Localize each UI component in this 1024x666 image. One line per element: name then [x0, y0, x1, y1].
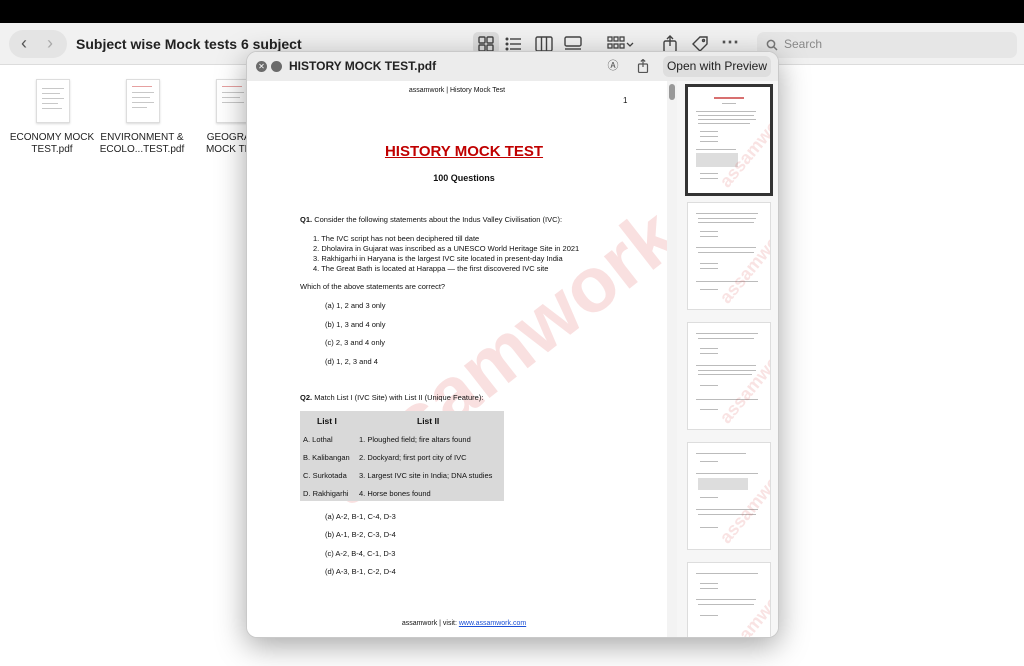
close-icon[interactable]: ✕	[256, 61, 267, 72]
table-cell: B. Kalibangan	[303, 453, 350, 462]
search-field[interactable]: Search	[757, 32, 1017, 58]
table-header: List I	[317, 416, 337, 426]
page-thumbnails: assamwork assamwork assamwork assamwork …	[677, 81, 778, 637]
document-subtitle: 100 Questions	[433, 173, 495, 183]
page-thumbnail[interactable]: assamwork	[687, 442, 771, 550]
page-footer: assamwork | visit: www.assamwork.com	[401, 620, 527, 627]
search-placeholder: Search	[784, 37, 823, 51]
q1-option: (c) 2, 3 and 4 only	[325, 338, 386, 347]
table-cell: C. Surkotada	[303, 471, 347, 480]
table-cell: 4. Horse bones found	[359, 489, 431, 498]
q1-ask: Which of the above statements are correc…	[300, 282, 446, 291]
q1-option: (d) 1, 2, 3 and 4	[325, 357, 378, 366]
open-with-preview-button[interactable]: Open with Preview	[663, 56, 771, 77]
fullscreen-icon[interactable]	[271, 61, 282, 72]
q1-statement: 1. The IVC script has not been deciphere…	[313, 234, 480, 243]
page-thumbnail[interactable]: assamwork	[687, 562, 771, 637]
page-thumbnail[interactable]: assamwork	[687, 322, 771, 430]
q1-statement: 2. Dholavira in Gujarat was inscribed as…	[313, 244, 580, 253]
pdf-file-icon	[126, 79, 160, 123]
document-title: HISTORY MOCK TEST	[384, 143, 544, 160]
page-thumbnail[interactable]: assamwork	[687, 202, 771, 310]
q1-option: (a) 1, 2 and 3 only	[325, 301, 386, 310]
forward-icon[interactable]: ›	[38, 33, 62, 55]
quicklook-window: ✕ HISTORY MOCK TEST.pdf Ⓐ Open with Prev…	[246, 51, 779, 638]
pdf-file-icon	[216, 79, 250, 123]
folder-title: Subject wise Mock tests 6 subject	[76, 36, 302, 52]
footer-link[interactable]: www.assamwork.com	[459, 620, 526, 627]
table-cell: 2. Dockyard; first port city of IVC	[359, 453, 467, 462]
q1-statement: 3. Rakhigarhi in Haryana is the largest …	[313, 254, 563, 263]
q1-prompt: Q1. Consider the following statements ab…	[300, 215, 563, 224]
table-cell: 3. Largest IVC site in India; DNA studie…	[359, 471, 493, 480]
q1-statement: 4. The Great Bath is located at Harappa …	[313, 264, 549, 273]
table-cell: 1. Ploughed field; fire altars found	[359, 435, 471, 444]
markup-icon[interactable]: Ⓐ	[606, 59, 620, 73]
file-name: ECONOMY MOCK TEST.pdf	[9, 132, 95, 155]
back-icon[interactable]: ‹	[12, 33, 36, 55]
quicklook-title: HISTORY MOCK TEST.pdf	[289, 59, 437, 73]
table-cell: A. Lothal	[303, 435, 333, 444]
table-cell: D. Rakhigarhi	[303, 489, 349, 498]
scrollbar[interactable]	[667, 81, 677, 637]
q2-option: (b) A-1, B-2, C-3, D-4	[325, 530, 396, 539]
scroll-thumb[interactable]	[669, 84, 675, 100]
pdf-file-icon	[36, 79, 70, 123]
pdf-page: assamwork assamwork | History Mock Test …	[247, 81, 667, 637]
q2-option: (c) A-2, B-4, C-1, D-3	[325, 549, 396, 558]
table-header: List II	[417, 416, 440, 426]
q2-prompt: Q2. Match List I (IVC Site) with List II…	[300, 393, 484, 402]
file-name: ENVIRONMENT & ECOLO...TEST.pdf	[99, 132, 185, 155]
q2-option: (d) A-3, B-1, C-2, D-4	[325, 567, 396, 576]
page-number: 1	[623, 96, 628, 105]
page-thumbnail[interactable]: assamwork	[685, 84, 773, 196]
menu-bar	[0, 0, 1024, 23]
q1-option: (b) 1, 3 and 4 only	[325, 320, 386, 329]
q2-option: (a) A-2, B-1, C-4, D-3	[325, 512, 396, 521]
share-icon[interactable]	[636, 59, 650, 73]
quicklook-header: ✕ HISTORY MOCK TEST.pdf Ⓐ Open with Prev…	[247, 52, 778, 81]
page-header: assamwork | History Mock Test	[408, 87, 506, 94]
search-icon	[766, 39, 778, 51]
